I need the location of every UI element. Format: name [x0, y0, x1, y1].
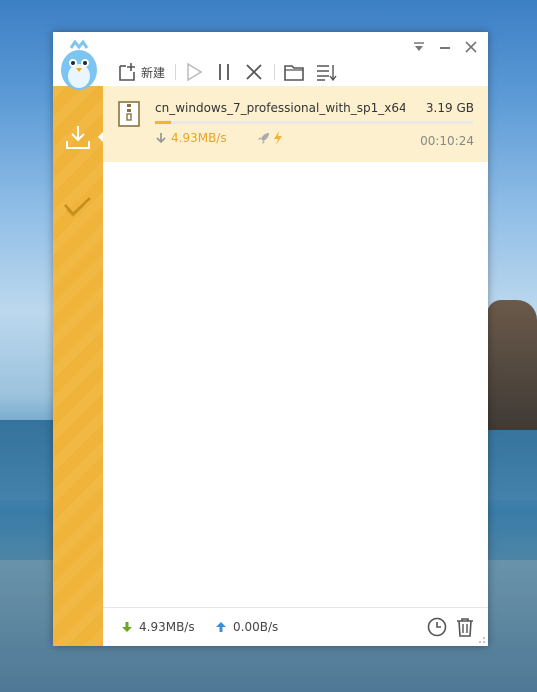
sidebar-item-completed[interactable]	[53, 182, 103, 232]
sidebar-item-downloading[interactable]	[53, 112, 103, 162]
task-file-name: cn_windows_7_professional_with_sp1_x64_d…	[155, 101, 405, 115]
download-manager-window: 新建 cn_windows_7_professional_with_sp1_x6…	[53, 32, 488, 646]
task-remaining-time: 00:10:24	[420, 134, 474, 148]
toolbar-divider	[274, 64, 276, 80]
open-folder-icon	[284, 65, 304, 81]
menu-dropdown-button[interactable]	[412, 40, 426, 54]
upload-speed-value: 0.00B/s	[233, 620, 279, 634]
new-task-button[interactable]: 新建	[117, 60, 165, 84]
task-progress-bar	[155, 121, 473, 124]
status-bar: 4.93MB/s 0.00B/s	[103, 607, 488, 646]
delete-icon	[246, 64, 262, 80]
download-arrow-icon	[156, 133, 166, 144]
rock-formation	[487, 300, 537, 430]
pause-button[interactable]	[214, 60, 234, 84]
task-file-size: 3.19 GB	[425, 101, 474, 115]
close-button[interactable]	[464, 40, 478, 54]
minimize-icon	[440, 47, 450, 49]
zip-file-icon	[118, 101, 140, 127]
open-folder-button[interactable]	[283, 60, 305, 84]
trash-button[interactable]	[454, 616, 476, 638]
download-speed-value: 4.93MB/s	[139, 620, 195, 634]
mascot-logo	[61, 39, 97, 90]
delete-button[interactable]	[244, 60, 264, 84]
new-task-label: 新建	[141, 65, 166, 80]
lightning-icon	[273, 131, 282, 145]
download-task-row[interactable]: cn_windows_7_professional_with_sp1_x64_d…	[103, 86, 488, 162]
download-arrow-icon	[122, 622, 132, 632]
toolbar-divider	[175, 64, 177, 80]
task-speed-row: 4.93MB/s	[155, 131, 283, 145]
total-download-speed: 4.93MB/s	[121, 620, 195, 634]
sort-list-icon	[317, 65, 337, 82]
rocket-icon	[257, 133, 269, 144]
total-upload-speed: 0.00B/s	[215, 620, 278, 634]
title-bar-controls	[412, 40, 478, 54]
new-task-icon	[119, 63, 135, 81]
start-button[interactable]	[184, 60, 204, 84]
pause-icon	[219, 64, 229, 80]
sidebar	[53, 86, 103, 646]
task-progress-fill	[155, 121, 171, 124]
toolbar: 新建	[117, 60, 347, 84]
sort-list-button[interactable]	[315, 60, 337, 84]
menu-dropdown-icon	[414, 42, 424, 51]
download-icon	[66, 126, 90, 149]
resize-grip-icon[interactable]	[478, 636, 486, 644]
start-icon	[187, 62, 203, 82]
schedule-button[interactable]	[426, 616, 448, 638]
close-icon	[465, 41, 477, 53]
trash-icon	[457, 618, 473, 637]
clock-icon	[427, 617, 447, 637]
task-speed: 4.93MB/s	[171, 131, 227, 145]
check-icon	[64, 197, 91, 218]
upload-arrow-icon	[216, 622, 226, 632]
minimize-button[interactable]	[438, 40, 452, 54]
